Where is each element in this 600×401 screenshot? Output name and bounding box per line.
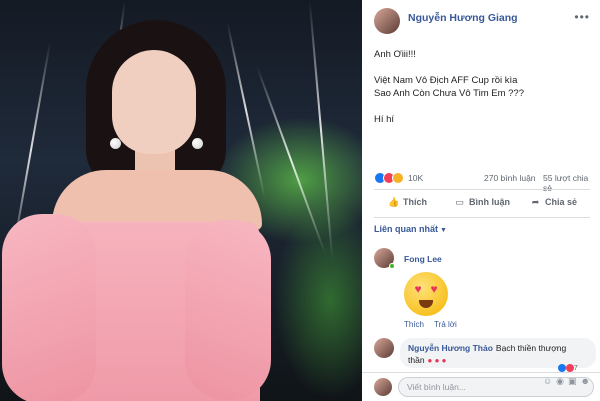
pearl-earring xyxy=(110,138,121,149)
post-panel: Nguyễn Hương Giang ••• Anh Ơiii!!! Việt … xyxy=(362,0,600,401)
user-avatar xyxy=(374,378,392,396)
face xyxy=(112,50,196,154)
post-photo[interactable] xyxy=(0,0,362,401)
heart-eyes-sticker-icon: ♥ ♥ xyxy=(404,272,448,316)
comment-sort-dropdown[interactable]: Liên quan nhất ▼ xyxy=(374,224,447,234)
divider xyxy=(374,217,590,218)
gif-icon[interactable]: ▣ xyxy=(568,376,581,386)
comment-button[interactable]: ▭ Bình luận xyxy=(454,197,510,208)
emoji-icons: ● ● ● xyxy=(427,356,447,365)
share-count[interactable]: 55 lượt chia sẻ xyxy=(543,173,592,193)
more-options-icon[interactable]: ••• xyxy=(574,10,590,24)
thumbs-up-icon: 👍 xyxy=(388,197,400,207)
reaction-count[interactable]: 10K xyxy=(408,173,423,183)
like-reaction-icon xyxy=(558,364,566,372)
share-button[interactable]: ➦ Chia sẻ xyxy=(530,197,577,208)
comment-icon: ▭ xyxy=(455,197,464,207)
camera-icon[interactable]: ◉ xyxy=(556,376,568,386)
comment-reply-link[interactable]: Trả lời xyxy=(434,320,457,329)
post-text: Anh Ơiii!!! Việt Nam Vô Địch AFF Cup rồi… xyxy=(374,49,524,125)
haha-reaction-icon[interactable] xyxy=(392,172,404,184)
love-reaction-icon xyxy=(565,364,574,372)
emoji-icon[interactable]: ☺ xyxy=(543,376,556,386)
commenter-avatar[interactable] xyxy=(374,338,394,358)
comment-actions: Thích Trả lời xyxy=(404,320,465,329)
online-status-dot xyxy=(389,263,395,269)
post-actions: 👍 Thích ▭ Bình luận ➦ Chia sẻ xyxy=(374,193,590,215)
author-avatar[interactable] xyxy=(374,8,400,34)
author-name[interactable]: Nguyễn Hương Giang xyxy=(408,12,518,24)
share-icon: ➦ xyxy=(531,197,540,207)
caret-down-icon: ▼ xyxy=(440,227,447,234)
comment-composer: Viết bình luận... ☺◉▣☻ xyxy=(362,372,600,401)
divider xyxy=(374,189,590,190)
commenter-name[interactable]: Fong Lee xyxy=(404,254,442,264)
commenter-name[interactable]: Nguyễn Hương Thảo xyxy=(408,343,493,353)
sticker-icon[interactable]: ☻ xyxy=(581,376,594,386)
right-sleeve xyxy=(185,220,271,400)
left-sleeve xyxy=(2,214,96,401)
composer-icons: ☺◉▣☻ xyxy=(543,376,594,387)
reactions-summary: 10K 270 bình luận 55 lượt chia sẻ xyxy=(374,171,592,193)
pearl-earring xyxy=(192,138,203,149)
like-button[interactable]: 👍 Thích xyxy=(388,197,427,208)
comment-count[interactable]: 270 bình luận xyxy=(484,173,536,183)
post-header: Nguyễn Hương Giang ••• xyxy=(362,0,600,38)
comment-like-link[interactable]: Thích xyxy=(404,320,424,329)
